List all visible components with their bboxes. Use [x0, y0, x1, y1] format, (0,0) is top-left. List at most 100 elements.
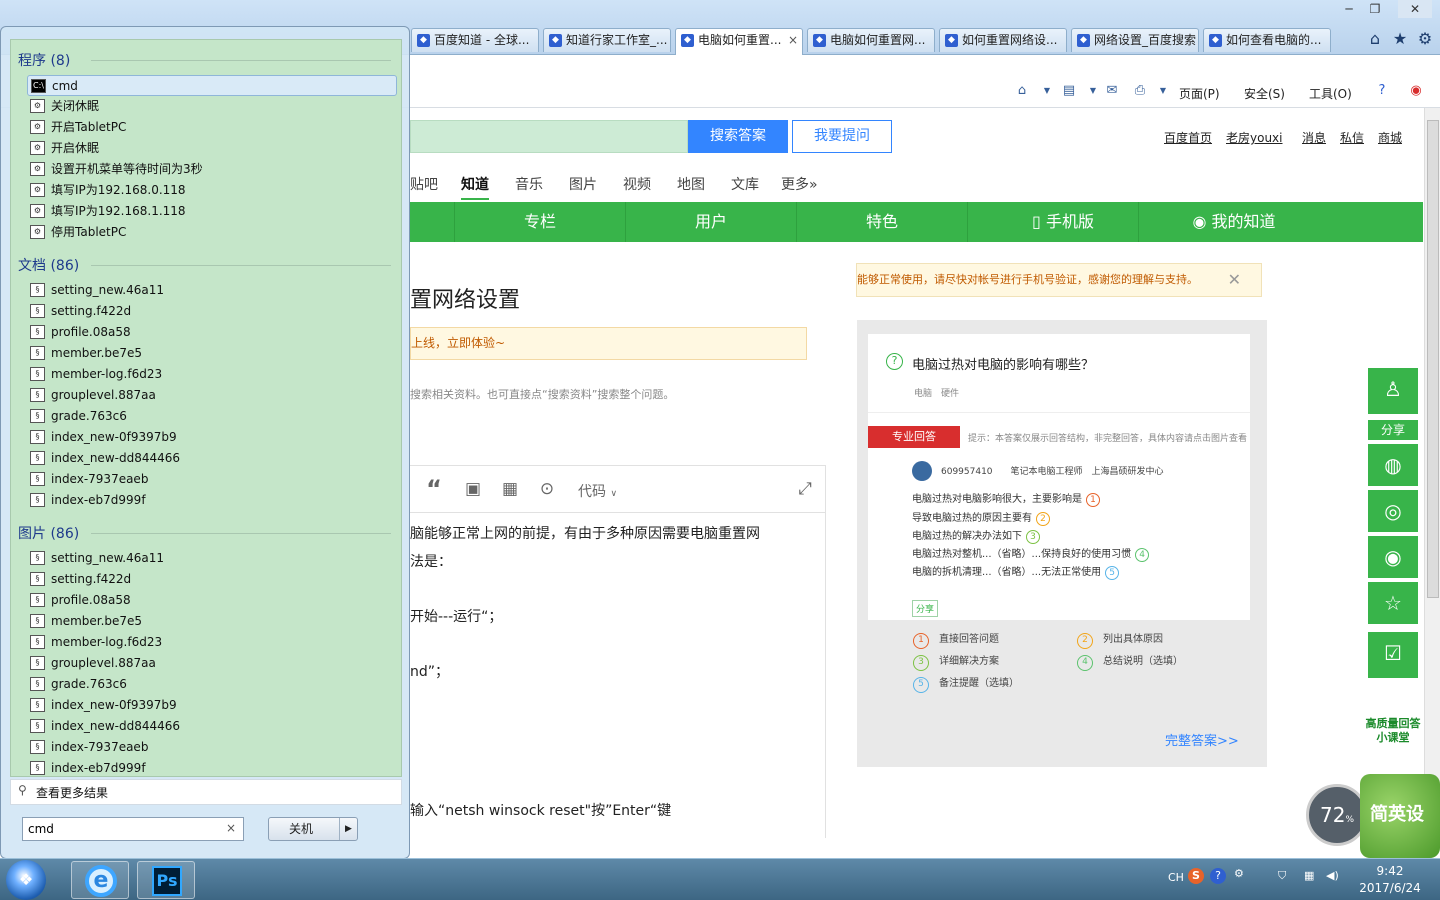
result-item[interactable]: § member.be7e5 — [27, 611, 397, 632]
safety-menu[interactable]: 安全(S) — [1244, 85, 1285, 102]
network-icon[interactable]: ▦ — [1304, 869, 1314, 882]
favorites-star-icon[interactable]: ★ — [1389, 28, 1411, 50]
link-baidu-home[interactable]: 百度首页 — [1164, 129, 1212, 146]
search-input[interactable] — [410, 120, 688, 153]
tab-close-icon[interactable]: × — [788, 29, 798, 51]
result-item[interactable]: § member-log.f6d23 — [27, 632, 397, 653]
code-dropdown[interactable]: 代码 ∨ — [578, 481, 617, 501]
result-item[interactable]: § index-eb7d999f — [27, 490, 397, 511]
page-menu[interactable]: 页面(P) — [1179, 85, 1220, 102]
volume-icon[interactable]: ◀) — [1326, 869, 1339, 882]
nav-users[interactable]: 用户 — [625, 202, 796, 242]
start-search-input[interactable] — [22, 817, 244, 841]
nav-mobile[interactable]: ▯ 手机版 — [967, 202, 1138, 242]
result-group-title[interactable]: 文档 (86) — [18, 255, 79, 275]
video-icon[interactable]: ▦ — [499, 478, 521, 500]
floating-widget[interactable]: 简英设 — [1360, 774, 1440, 858]
quote-icon[interactable]: “ — [423, 477, 445, 501]
close-window-button[interactable]: ✕ — [1398, 0, 1432, 18]
extension-icon[interactable]: ◉ — [1407, 82, 1425, 100]
sogou-ime-icon[interactable]: S — [1188, 868, 1204, 884]
result-item[interactable]: § index_new-dd844466 — [27, 448, 397, 469]
channel-video[interactable]: 视频 — [623, 174, 651, 194]
print-icon[interactable]: ⎙ — [1131, 82, 1149, 100]
channel-more[interactable]: 更多» — [781, 174, 818, 194]
qq-icon[interactable]: ◉ — [1368, 536, 1418, 578]
channel-tieba[interactable]: 贴吧 — [410, 174, 438, 194]
browser-tab[interactable]: ◆ 网络设置_百度搜索 — [1071, 28, 1199, 52]
dropdown-arrow-icon[interactable]: ▼ — [1154, 82, 1172, 100]
dropdown-arrow-icon[interactable]: ▼ — [1084, 82, 1102, 100]
result-item[interactable]: § member-log.f6d23 — [27, 364, 397, 385]
browser-tab[interactable]: ◆ 电脑如何重置... × — [675, 28, 803, 55]
result-item[interactable]: § index-7937eaeb — [27, 469, 397, 490]
result-item[interactable]: C:\ cmd — [27, 75, 397, 96]
clear-icon[interactable]: × — [226, 821, 236, 835]
help-icon[interactable]: ? — [1373, 82, 1391, 100]
result-item[interactable]: § setting.f422d — [27, 569, 397, 590]
image-icon[interactable]: ▣ — [462, 478, 484, 500]
result-item[interactable]: § member.be7e5 — [27, 343, 397, 364]
answer-structure-promo[interactable]: ? 电脑过热对电脑的影响有哪些？ 电脑 硬件 专业回答 提示：本答案仅展示回答结… — [857, 320, 1267, 767]
restore-button[interactable]: ❐ — [1362, 0, 1388, 18]
channel-map[interactable]: 地图 — [677, 174, 705, 194]
shutdown-button[interactable]: 关机 ▶ — [268, 817, 358, 841]
result-item[interactable]: § index-eb7d999f — [27, 758, 397, 779]
clipboard-icon[interactable]: ☑ — [1368, 632, 1418, 678]
dropdown-arrow-icon[interactable]: ▼ — [1038, 82, 1056, 100]
result-item[interactable]: § index_new-0f9397b9 — [27, 695, 397, 716]
wechat-icon[interactable]: ◍ — [1368, 444, 1418, 486]
result-item[interactable]: ⚙ 关闭休眠 — [27, 96, 397, 117]
tools-menu[interactable]: 工具(O) — [1309, 85, 1352, 102]
tray-settings-icon[interactable]: ⚙ — [1234, 867, 1244, 880]
full-answer-link[interactable]: 完整答案>> — [1165, 730, 1239, 749]
result-item[interactable]: ⚙ 填写IP为192.168.0.118 — [27, 180, 397, 201]
browser-tab[interactable]: ◆ 知道行家工作室_... — [543, 28, 671, 52]
nav-column[interactable]: 专栏 — [454, 202, 625, 242]
ask-question-button[interactable]: 我要提问 — [792, 120, 892, 153]
settings-gear-icon[interactable]: ⚙ — [1414, 28, 1436, 50]
result-item[interactable]: § profile.08a58 — [27, 322, 397, 343]
security-shield-icon[interactable]: ⛉ — [1278, 869, 1286, 883]
high-quality-answer-label[interactable]: 高质量回答小课堂 — [1361, 717, 1425, 745]
result-item[interactable]: § index_new-0f9397b9 — [27, 427, 397, 448]
result-item[interactable]: ⚙ 停用TabletPC — [27, 222, 397, 243]
answer-editor[interactable]: 脑能够正常上网的前提，有由于多种原因需要电脑重置网 法是： 开始---运行“； … — [410, 513, 826, 838]
result-item[interactable]: § setting_new.46a11 — [27, 548, 397, 569]
shutdown-options-arrow-icon[interactable]: ▶ — [339, 818, 357, 840]
result-item[interactable]: § grade.763c6 — [27, 674, 397, 695]
browser-tab[interactable]: ◆ 百度知道 - 全球... — [411, 28, 539, 52]
result-item[interactable]: § grouplevel.887aa — [27, 385, 397, 406]
link-private-messages[interactable]: 私信 — [1340, 129, 1364, 146]
help-icon[interactable]: ? — [1210, 868, 1226, 884]
channel-music[interactable]: 音乐 — [515, 174, 543, 194]
see-more-results[interactable]: ⚲ 查看更多结果 — [10, 779, 402, 805]
browser-tab[interactable]: ◆ 如何重置网络设... — [939, 28, 1067, 52]
result-item[interactable]: § grade.763c6 — [27, 406, 397, 427]
taskbar-photoshop[interactable]: Ps — [137, 861, 195, 899]
home-icon[interactable]: ⌂ — [1013, 82, 1031, 100]
memory-gauge[interactable]: 72% — [1306, 784, 1368, 846]
link-messages[interactable]: 消息 — [1302, 129, 1326, 146]
taskbar-ie[interactable]: e — [71, 861, 129, 899]
browser-tab[interactable]: ◆ 如何查看电脑的... — [1203, 28, 1331, 52]
nav-features[interactable]: 特色 — [796, 202, 967, 242]
result-group-title[interactable]: 图片 (86) — [18, 523, 79, 543]
result-item[interactable]: ⚙ 设置开机菜单等待时间为3秒 — [27, 159, 397, 180]
scrollbar-thumb[interactable] — [1427, 120, 1439, 598]
search-answer-button[interactable]: 搜索答案 — [688, 120, 788, 153]
result-item[interactable]: ⚙ 开启休眠 — [27, 138, 397, 159]
minimize-button[interactable]: ─ — [1336, 0, 1362, 18]
user-center-icon[interactable]: ♙ — [1368, 368, 1418, 414]
channel-zhidao[interactable]: 知道 — [461, 174, 489, 200]
channel-images[interactable]: 图片 — [569, 174, 597, 194]
nav-my-zhidao[interactable]: ◉ 我的知道 — [1138, 202, 1309, 242]
home-icon[interactable]: ⌂ — [1364, 28, 1386, 50]
result-item[interactable]: § grouplevel.887aa — [27, 653, 397, 674]
result-item[interactable]: § index-7937eaeb — [27, 737, 397, 758]
close-icon[interactable]: ✕ — [1228, 264, 1241, 296]
weibo-icon[interactable]: ◎ — [1368, 490, 1418, 532]
channel-wenku[interactable]: 文库 — [731, 174, 759, 194]
result-group-title[interactable]: 程序 (8) — [18, 50, 70, 70]
browser-tab[interactable]: ◆ 电脑如何重置网... — [807, 28, 935, 52]
